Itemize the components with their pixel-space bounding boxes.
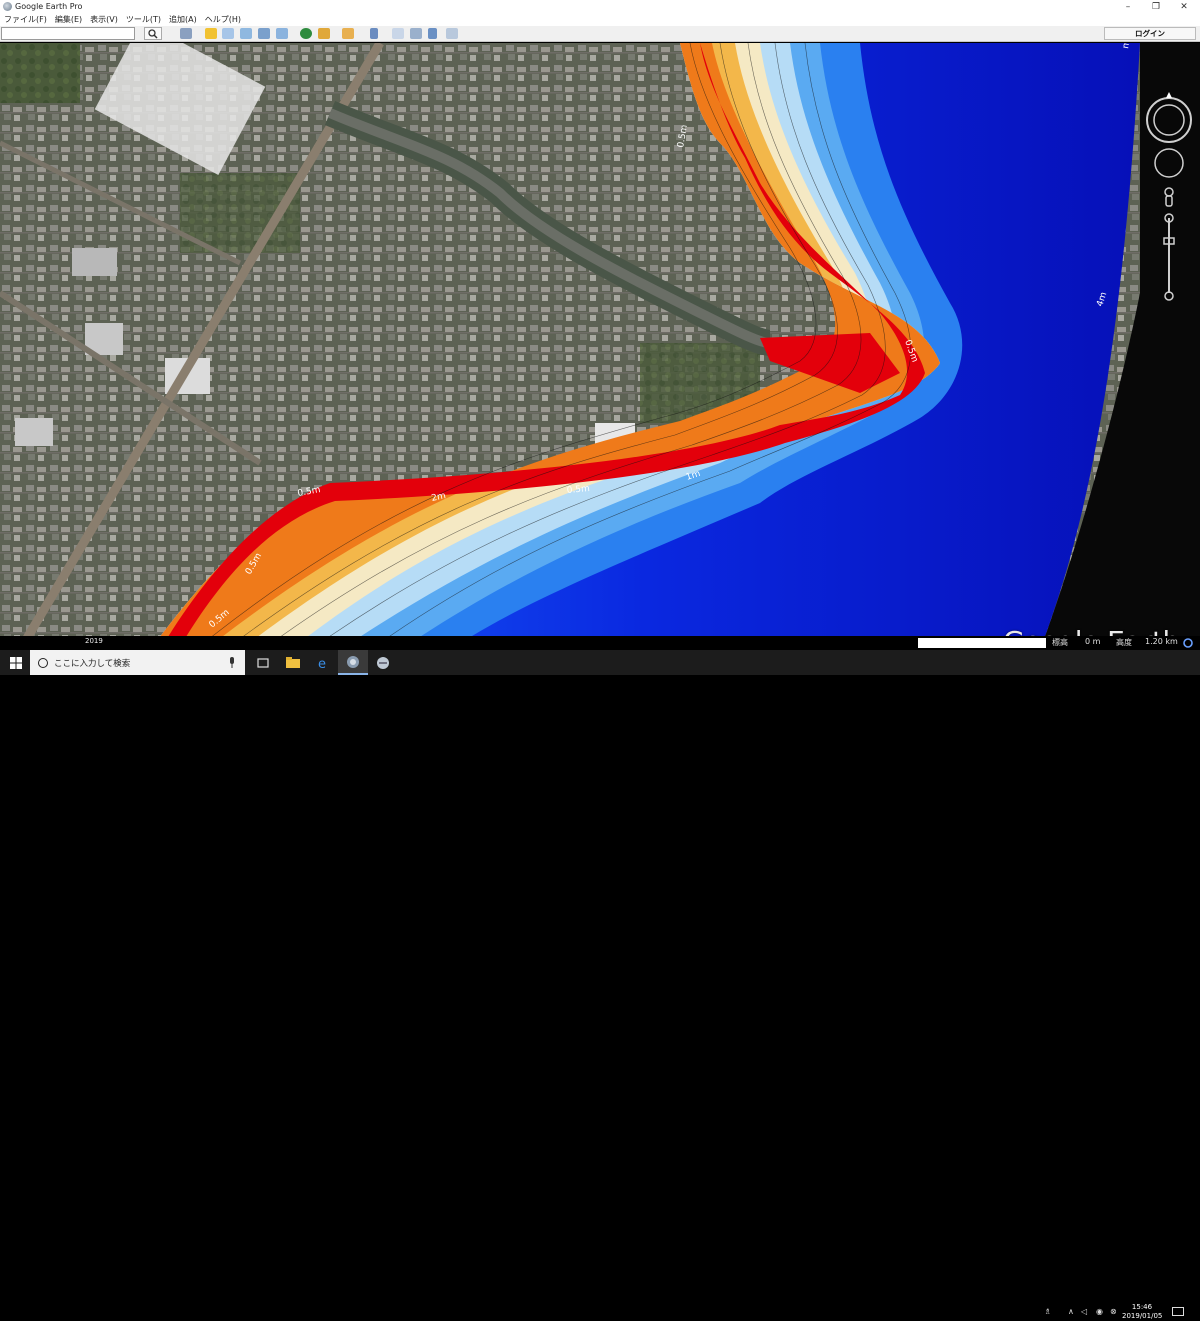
menu-add[interactable]: 追加(A) — [165, 14, 201, 25]
volume-icon[interactable]: ◁ — [1081, 1307, 1087, 1316]
menu-help[interactable]: ヘルプ(H) — [201, 14, 245, 25]
contour-label: m — [1121, 43, 1132, 50]
imagery-date: 2019 — [85, 637, 103, 645]
microphone-icon[interactable] — [228, 657, 236, 668]
scale-bar — [918, 638, 1046, 648]
people-icon[interactable]: ♗ — [1044, 1307, 1051, 1316]
clock-date: 2019/01/05 — [1122, 1312, 1163, 1320]
menu-edit[interactable]: 編集(E) — [51, 14, 86, 25]
windows-taskbar: ここに入力して検索 e ♗ ∧ ◁ ◉ ⊗ 15:46 2019/01/05 — [0, 650, 1200, 1320]
edge-browser-icon[interactable]: e — [308, 650, 338, 675]
google-earth-window: Google Earth Pro – ❐ ✕ ファイル(F) 編集(E) 表示(… — [0, 0, 1200, 1320]
clock-time: 15:46 — [1131, 1303, 1153, 1311]
title-bar: Google Earth Pro – ❐ ✕ — [0, 0, 1200, 13]
altitude-label: 高度 — [1116, 638, 1132, 647]
taskbar-search-box[interactable]: ここに入力して検索 — [30, 650, 245, 675]
svg-text:e: e — [318, 657, 326, 670]
nav-control-graphics — [1146, 92, 1192, 301]
cortana-icon — [38, 657, 48, 668]
search-input[interactable] — [1, 27, 135, 40]
image-overlay-icon[interactable] — [258, 28, 270, 39]
placemark-icon[interactable] — [205, 28, 217, 39]
street-view-pegman-icon[interactable] — [1164, 187, 1174, 197]
pegman-body — [1165, 195, 1173, 207]
google-earth-taskbar-icon[interactable] — [338, 650, 368, 675]
sidebar-toggle-icon[interactable] — [180, 28, 192, 39]
menu-tools[interactable]: ツール(T) — [122, 14, 165, 25]
map-viewport[interactable]: 0.5m 0.5m 0.5m 0.5m 0.5m 2m 0.5m 1m 4m m — [0, 43, 1200, 650]
maximize-button[interactable]: ❐ — [1142, 0, 1170, 13]
window-title: Google Earth Pro — [15, 2, 83, 11]
search-button[interactable] — [144, 27, 162, 40]
planets-icon[interactable] — [342, 28, 354, 39]
elevation-value: 0 m — [1085, 637, 1101, 646]
move-joystick[interactable] — [1154, 148, 1184, 178]
menu-bar: ファイル(F) 編集(E) 表示(V) ツール(T) 追加(A) ヘルプ(H) — [0, 13, 1200, 26]
compass-ring[interactable] — [1153, 104, 1185, 136]
network-icon[interactable]: ◉ — [1096, 1307, 1103, 1316]
menu-file[interactable]: ファイル(F) — [0, 14, 51, 25]
email-icon[interactable] — [392, 28, 404, 39]
task-view-icon[interactable] — [248, 650, 278, 675]
login-button[interactable]: ログイン — [1104, 27, 1196, 40]
action-center-icon[interactable] — [1172, 1307, 1184, 1318]
app-taskbar-icon[interactable] — [368, 650, 398, 675]
historical-imagery-icon[interactable] — [300, 28, 312, 39]
close-button[interactable]: ✕ — [1170, 0, 1198, 13]
building — [72, 248, 117, 276]
elevation-label: 標高 — [1052, 638, 1068, 647]
record-tour-icon[interactable] — [276, 28, 288, 39]
north-indicator-icon[interactable] — [1166, 92, 1172, 98]
taskbar-search-placeholder: ここに入力して検索 — [54, 658, 131, 669]
building — [15, 418, 53, 446]
zoom-out-icon[interactable] — [1164, 291, 1174, 301]
green-area — [0, 43, 80, 103]
search-icon — [148, 28, 158, 39]
print-icon[interactable] — [410, 28, 422, 39]
notification-icon[interactable]: ⊗ — [1110, 1307, 1117, 1316]
polygon-icon[interactable] — [222, 28, 234, 39]
sunlight-icon[interactable] — [318, 28, 330, 39]
streaming-status-icon — [1183, 638, 1193, 648]
toolbar: ログイン — [0, 26, 1200, 42]
ruler-icon[interactable] — [370, 28, 378, 39]
windows-start-icon[interactable] — [10, 657, 22, 669]
altitude-value: 1.20 km — [1145, 637, 1178, 646]
save-image-icon[interactable] — [428, 28, 437, 39]
path-icon[interactable] — [240, 28, 252, 39]
tray-expand-icon[interactable]: ∧ — [1068, 1307, 1074, 1316]
menu-view[interactable]: 表示(V) — [86, 14, 122, 25]
google-earth-app-icon — [3, 2, 12, 11]
map-canvas: 0.5m 0.5m 0.5m 0.5m 0.5m 2m 0.5m 1m 4m m — [0, 43, 1200, 650]
contour-label: 0.5m — [566, 484, 590, 496]
navigation-controls — [1142, 88, 1198, 308]
system-clock[interactable]: 15:46 2019/01/05 — [1122, 1303, 1162, 1321]
file-explorer-icon[interactable] — [278, 650, 308, 675]
view-in-maps-icon[interactable] — [446, 28, 458, 39]
minimize-button[interactable]: – — [1114, 0, 1142, 13]
